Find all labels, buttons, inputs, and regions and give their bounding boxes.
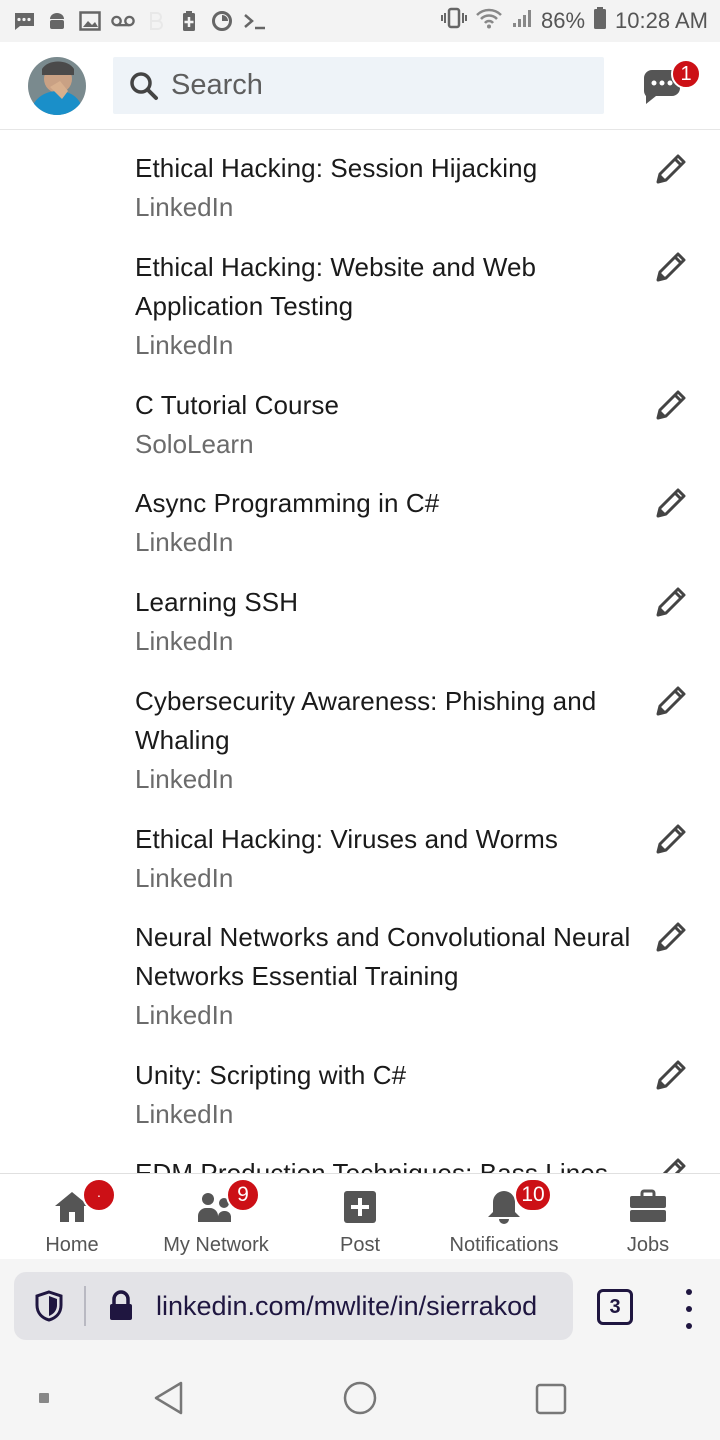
signal-icon	[511, 7, 533, 35]
nav-notifications-label: Notifications	[449, 1234, 559, 1256]
nav-post[interactable]: Post	[320, 1174, 400, 1260]
notifications-badge: 10	[514, 1178, 552, 1212]
nav-my-network-label: My Network	[163, 1234, 269, 1256]
small-square-icon	[39, 1393, 49, 1403]
browser-toolbar: linkedin.com/mwlite/in/sierrakod 3	[0, 1259, 720, 1356]
course-provider: LinkedIn	[135, 1000, 234, 1030]
edit-pencil-icon[interactable]	[652, 1156, 688, 1173]
search-bar[interactable]	[113, 57, 604, 114]
edit-pencil-icon[interactable]	[652, 486, 688, 522]
course-title: Ethical Hacking: Website and Web Applica…	[135, 252, 537, 321]
my-network-badge: 9	[226, 1178, 260, 1212]
briefcase-icon	[630, 1189, 666, 1222]
profile-avatar[interactable]	[28, 57, 86, 115]
nav-home-label: Home	[45, 1234, 99, 1256]
course-title: Unity: Scripting with C#	[135, 1060, 407, 1090]
edit-pencil-icon[interactable]	[652, 822, 688, 858]
lock-icon	[86, 1290, 156, 1322]
nav-jobs[interactable]: Jobs	[608, 1174, 688, 1260]
edit-pencil-icon[interactable]	[652, 388, 688, 424]
course-provider: LinkedIn	[135, 1099, 234, 1129]
messages-badge: 1	[671, 59, 701, 89]
edit-pencil-icon[interactable]	[652, 250, 688, 286]
edit-pencil-icon[interactable]	[652, 684, 688, 720]
home-badge: ·	[82, 1178, 116, 1212]
course-title: Async Programming in C#	[135, 488, 440, 518]
edit-pencil-icon[interactable]	[652, 920, 688, 956]
edit-pencil-icon[interactable]	[652, 152, 688, 188]
nav-post-label: Post	[339, 1234, 381, 1256]
battery-percent: 86%	[541, 8, 586, 33]
status-notification-icons	[12, 10, 267, 32]
course-provider: LinkedIn	[135, 626, 234, 656]
course-title: Learning SSH	[135, 587, 299, 617]
bottom-navigation: Home · My Network 9 Post Notifications 1…	[0, 1173, 720, 1259]
course-title: Ethical Hacking: Session Hijacking	[135, 153, 538, 183]
course-provider: LinkedIn	[135, 330, 234, 360]
sync-icon	[210, 10, 234, 32]
system-navigation-bar	[0, 1356, 720, 1440]
messaging-button[interactable]: 1	[640, 59, 701, 108]
course-provider: LinkedIn	[135, 527, 234, 557]
vibrate-icon	[441, 7, 467, 35]
app-header: 1	[0, 42, 720, 130]
chat-notification-icon	[12, 10, 36, 32]
list-item: Cybersecurity Awareness: Phishing and Wh…	[135, 682, 635, 799]
list-item: Ethical Hacking: Website and Web Applica…	[135, 248, 635, 365]
image-notification-icon	[78, 10, 102, 32]
battery-icon	[593, 6, 607, 36]
search-input[interactable]	[171, 69, 571, 102]
android-debug-icon	[45, 10, 69, 32]
course-title: Cybersecurity Awareness: Phishing and Wh…	[135, 686, 597, 755]
recents-square-icon[interactable]	[534, 1382, 568, 1421]
tracking-protection-shield-icon[interactable]	[14, 1290, 84, 1322]
list-item: Learning SSH LinkedIn	[135, 583, 635, 661]
edit-pencil-icon[interactable]	[652, 585, 688, 621]
course-title: Ethical Hacking: Viruses and Worms	[135, 824, 558, 854]
search-icon	[129, 71, 159, 101]
list-item: C Tutorial Course SoloLearn	[135, 386, 635, 464]
course-provider: LinkedIn	[135, 863, 234, 893]
terminal-icon	[243, 10, 267, 32]
list-item: Ethical Hacking: Viruses and Worms Linke…	[135, 820, 635, 898]
nav-notifications[interactable]: Notifications 10	[440, 1174, 568, 1260]
list-item: Ethical Hacking: Session Hijacking Linke…	[135, 149, 635, 227]
course-provider: LinkedIn	[135, 192, 234, 222]
home-circle-icon[interactable]	[342, 1380, 378, 1421]
clock-time: 10:28 AM	[615, 8, 708, 33]
course-title: C Tutorial Course	[135, 390, 339, 420]
course-title: EDM Production Techniques: Bass Lines	[135, 1158, 608, 1173]
url-text: linkedin.com/mwlite/in/sierrakod	[156, 1290, 538, 1321]
battery-saver-icon	[177, 10, 201, 32]
nav-my-network[interactable]: My Network 9	[156, 1174, 276, 1260]
nav-jobs-label: Jobs	[626, 1234, 670, 1256]
list-item: Async Programming in C# LinkedIn	[135, 484, 635, 562]
course-provider: LinkedIn	[135, 764, 234, 794]
browser-menu-icon[interactable]	[679, 1289, 699, 1329]
status-bar: 86% 10:28 AM	[0, 0, 720, 42]
course-title: Neural Networks and Convolutional Neural…	[135, 922, 631, 991]
tab-counter-button[interactable]: 3	[597, 1289, 633, 1325]
edit-pencil-icon[interactable]	[652, 1058, 688, 1094]
voicemail-icon	[111, 10, 135, 32]
nav-home[interactable]: Home ·	[32, 1174, 116, 1260]
b-icon	[144, 10, 168, 32]
list-item: Neural Networks and Convolutional Neural…	[135, 918, 635, 1035]
back-triangle-icon[interactable]	[152, 1380, 186, 1421]
courses-list: Ethical Hacking: Session Hijacking Linke…	[0, 130, 720, 1173]
list-item: Unity: Scripting with C# LinkedIn	[135, 1056, 635, 1134]
post-plus-icon	[344, 1191, 376, 1223]
address-bar[interactable]: linkedin.com/mwlite/in/sierrakod	[14, 1272, 573, 1340]
list-item: EDM Production Techniques: Bass Lines	[135, 1154, 635, 1173]
course-provider: SoloLearn	[135, 429, 254, 459]
wifi-icon	[475, 7, 503, 35]
